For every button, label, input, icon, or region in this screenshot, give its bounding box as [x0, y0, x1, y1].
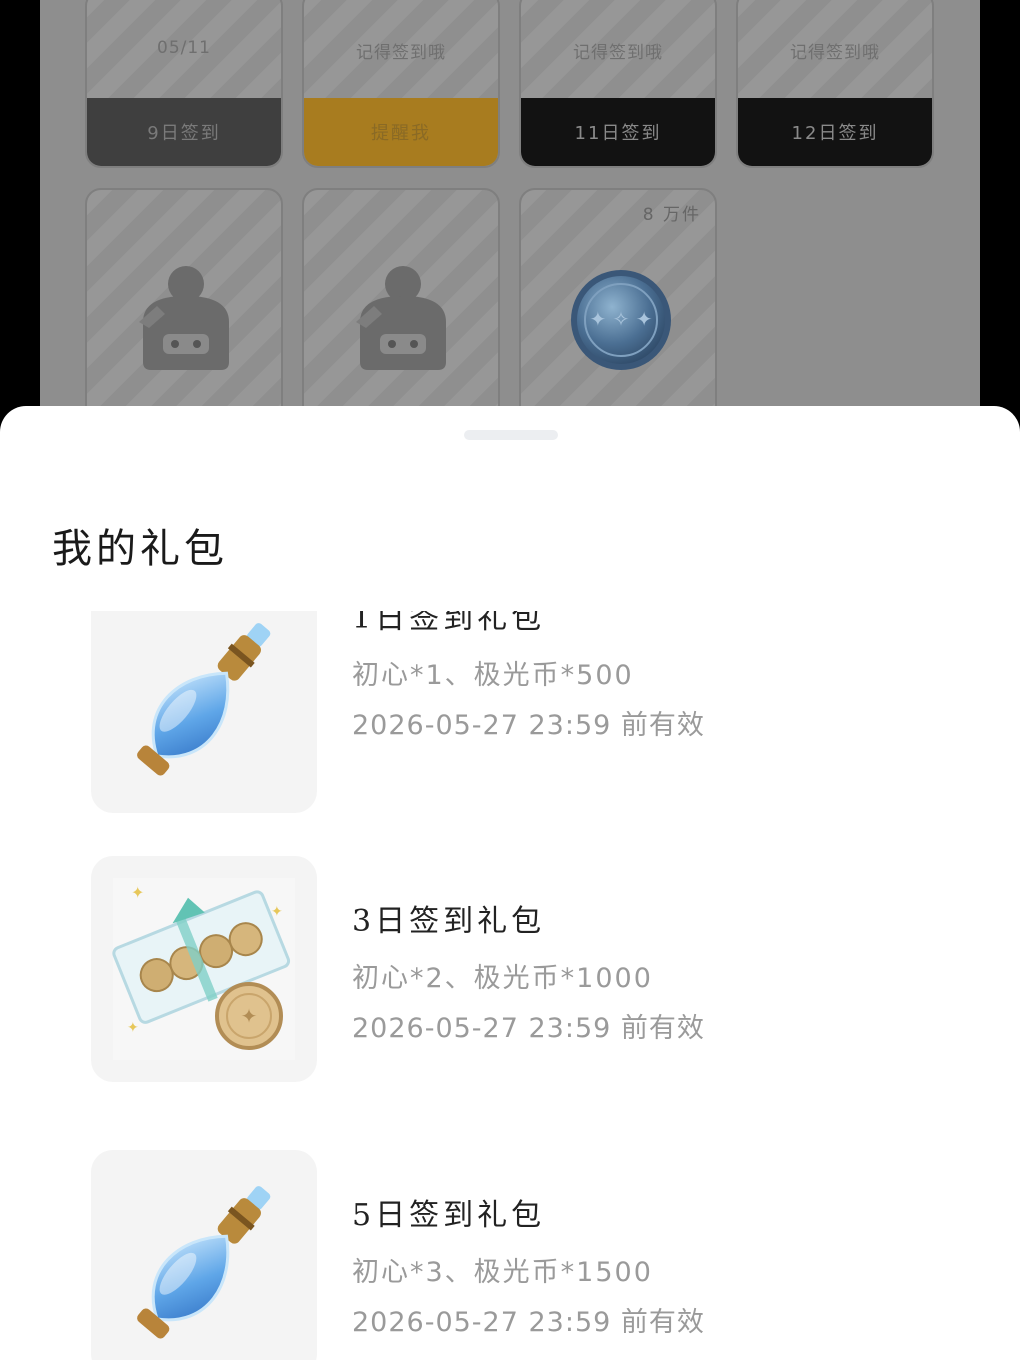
gift-list[interactable]: 1日签到礼包 初心*1、极光币*500 2026-05-27 23:59 前有效	[0, 611, 1020, 1360]
character-placeholder-icon	[139, 266, 229, 370]
svg-text:✦ ✧ ✦: ✦ ✧ ✦	[590, 307, 653, 331]
reward-card	[302, 188, 500, 428]
gift-contents: 初心*1、极光币*500	[352, 660, 634, 691]
gift-bottom-sheet: 我的礼包 1日签到礼包 初心*1、极光币*500 2026-05-27 23:5…	[0, 406, 1020, 1360]
day-card-10: 记得签到哦 提醒我	[302, 0, 500, 168]
sheet-title: 我的礼包	[52, 526, 228, 572]
checkin-calendar-background: 05/11 9日签到 记得签到哦 提醒我 记得签到哦 11日签到 记得签到哦 1…	[40, 0, 980, 428]
day-status-bar: 12日签到	[738, 98, 932, 166]
svg-text:✦: ✦	[127, 1020, 139, 1036]
reward-card	[85, 188, 283, 428]
gift-item[interactable]: ✦ ✦ ✦ ✦ 3日签到礼包 初心*2、极光币*1000 2026-05-27 …	[0, 856, 1020, 1082]
remind-me-button[interactable]: 提醒我	[304, 98, 498, 166]
day-hint: 记得签到哦	[356, 43, 446, 63]
day-hint: 记得签到哦	[573, 43, 663, 63]
star-coin-icon: ✦ ✧ ✦	[571, 270, 671, 370]
gift-contents: 初心*3、极光币*1500	[352, 1257, 653, 1288]
gift-expiry: 2026-05-27 23:59 前有效	[352, 1307, 705, 1338]
reward-count: 8 万件	[642, 205, 701, 225]
reward-card: 8 万件 ✦ ✧ ✦	[519, 188, 717, 428]
day-card-9: 05/11 9日签到	[85, 0, 283, 168]
day-card-12: 记得签到哦 12日签到	[736, 0, 934, 168]
svg-text:✦: ✦	[241, 1004, 258, 1028]
gift-name: 3日签到礼包	[352, 904, 546, 939]
gift-expiry: 2026-05-27 23:59 前有效	[352, 1013, 705, 1044]
gift-thumbnail	[91, 1150, 317, 1360]
coin-box-icon: ✦ ✦ ✦ ✦	[112, 878, 295, 1060]
gift-thumbnail	[91, 611, 317, 813]
svg-text:✦: ✦	[131, 883, 144, 902]
crystal-vial-icon	[137, 623, 271, 776]
gift-thumbnail: ✦ ✦ ✦ ✦	[91, 856, 317, 1082]
gift-expiry: 2026-05-27 23:59 前有效	[352, 710, 705, 741]
crystal-vial-icon	[137, 1186, 271, 1339]
sheet-drag-handle[interactable]	[464, 430, 558, 440]
gift-name: 1日签到礼包	[352, 611, 546, 636]
day-status-bar: 11日签到	[521, 98, 715, 166]
character-placeholder-icon	[356, 266, 446, 370]
gift-contents: 初心*2、极光币*1000	[352, 963, 653, 994]
day-status-bar: 9日签到	[87, 98, 281, 166]
gift-item[interactable]: 5日签到礼包 初心*3、极光币*1500 2026-05-27 23:59 前有…	[0, 1150, 1020, 1360]
day-card-11: 记得签到哦 11日签到	[519, 0, 717, 168]
day-date: 05/11	[157, 38, 211, 58]
gift-item[interactable]: 1日签到礼包 初心*1、极光币*500 2026-05-27 23:59 前有效	[0, 611, 1020, 813]
day-hint: 记得签到哦	[790, 43, 880, 63]
gift-name: 5日签到礼包	[352, 1198, 546, 1233]
svg-text:✦: ✦	[271, 904, 283, 920]
